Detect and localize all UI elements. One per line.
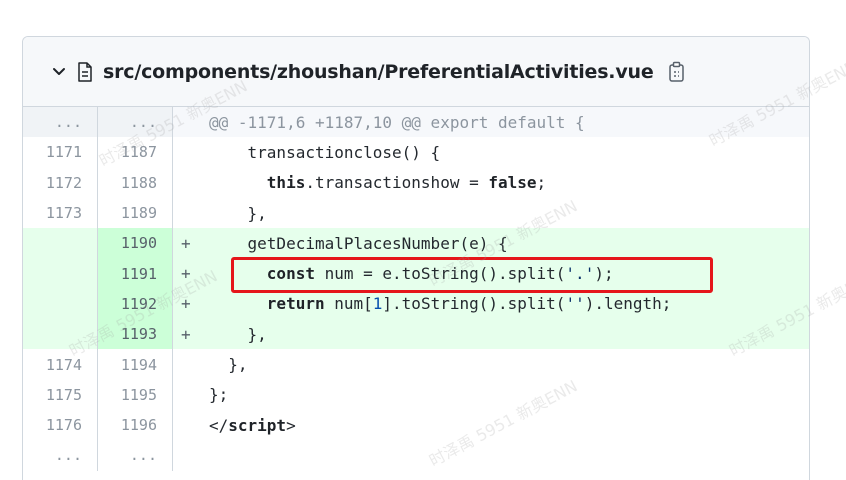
old-line-number[interactable]: 1174 [23, 349, 98, 380]
expand-up-button[interactable]: ... [23, 107, 98, 138]
code-line: transactionclose() { [173, 137, 809, 167]
old-line-number[interactable] [23, 258, 98, 289]
code-text: transactionclose() { [209, 142, 441, 162]
code-text: num[ [324, 294, 373, 314]
old-line-number[interactable] [23, 319, 98, 350]
keyword: this [266, 173, 306, 193]
file-path[interactable]: src/components/zhoushan/PreferentialActi… [103, 61, 654, 83]
new-line-number[interactable]: 1189 [98, 197, 173, 229]
added-row-highlighted: 1192 + return num[1].toString().split(''… [23, 288, 809, 320]
hunk-header-text: @@ -1171,6 +1187,10 @@ export default { [209, 112, 585, 132]
diff-row: 1175 1195 }; [23, 379, 809, 410]
code-line: </script > [173, 410, 809, 440]
code-text: ; [536, 173, 547, 193]
highlight-annotation-box [231, 257, 713, 293]
keyword: return [266, 294, 325, 314]
file-icon [77, 61, 95, 83]
old-line-number[interactable]: 1173 [23, 197, 98, 229]
code-text: }, [209, 355, 248, 375]
old-line-number[interactable] [23, 288, 98, 320]
code-text: }, [209, 203, 267, 223]
code-line: }; [173, 380, 809, 410]
copy-path-icon[interactable] [668, 61, 688, 83]
new-line-number[interactable]: 1195 [98, 379, 173, 410]
code-text: > [286, 415, 296, 435]
new-line-number[interactable]: 1187 [98, 137, 173, 168]
diff-row: 1172 1188 this .transactionshow = false; [23, 167, 809, 198]
diff-row: 1174 1194 }, [23, 349, 809, 380]
added-row: 1193 + }, [23, 319, 809, 350]
new-line-number[interactable]: 1188 [98, 167, 173, 198]
expander-row: ... ... [23, 440, 809, 471]
code-text: ].toString().split( [382, 294, 566, 314]
code-text: getDecimalPlacesNumber(e) { [209, 233, 508, 253]
expand-down-button[interactable]: ... [23, 440, 98, 471]
code-text: }, [209, 324, 267, 344]
old-line-number[interactable]: 1176 [23, 409, 98, 441]
keyword: false [488, 173, 537, 193]
code-line: + }, [173, 319, 809, 349]
new-line-number[interactable]: 1191 [98, 258, 173, 289]
diff-row: 1171 1187 transactionclose() { [23, 137, 809, 168]
old-line-number[interactable] [23, 228, 98, 259]
chevron-down-icon[interactable] [51, 64, 67, 80]
number-literal: 1 [372, 294, 383, 314]
file-header: src/components/zhoushan/PreferentialActi… [23, 37, 809, 107]
old-line-number[interactable]: 1175 [23, 379, 98, 410]
code-line: + getDecimalPlacesNumber(e) { [173, 228, 809, 258]
new-line-number[interactable]: 1196 [98, 409, 173, 441]
diff-row: 1173 1189 }, [23, 197, 809, 229]
new-line-number[interactable]: 1192 [98, 288, 173, 320]
diff-row: 1176 1196 </script > [23, 409, 809, 441]
added-row: 1190 + getDecimalPlacesNumber(e) { [23, 228, 809, 259]
code-line: this .transactionshow = false; [173, 168, 809, 198]
expand-down-button-new[interactable]: ... [98, 440, 173, 471]
new-line-number[interactable]: 1193 [98, 319, 173, 350]
hunk-header: @@ -1171,6 +1187,10 @@ export default { [173, 107, 809, 137]
code-text: ).length; [584, 294, 672, 314]
string-literal: '' [565, 294, 585, 314]
code-line: + return num[1].toString().split('').len… [173, 289, 809, 319]
code-text: .transactionshow = [305, 173, 489, 193]
code-text: </ [209, 415, 229, 435]
code-text: }; [209, 385, 229, 405]
diff-marker: + [181, 294, 191, 314]
diff-marker: + [181, 264, 191, 284]
previous-section-cut [0, 0, 846, 22]
code-line: }, [173, 198, 809, 228]
keyword: script [228, 415, 287, 435]
diff-marker: + [181, 324, 191, 344]
new-line-number[interactable]: 1194 [98, 349, 173, 380]
expand-up-button-new[interactable]: ... [98, 107, 173, 138]
old-line-number[interactable]: 1171 [23, 137, 98, 168]
hunk-header-row: ... ... @@ -1171,6 +1187,10 @@ export de… [23, 107, 809, 138]
code-line: }, [173, 349, 809, 379]
empty-code [173, 440, 809, 470]
diff-marker: + [181, 233, 191, 253]
old-line-number[interactable]: 1172 [23, 167, 98, 198]
new-line-number[interactable]: 1190 [98, 228, 173, 259]
